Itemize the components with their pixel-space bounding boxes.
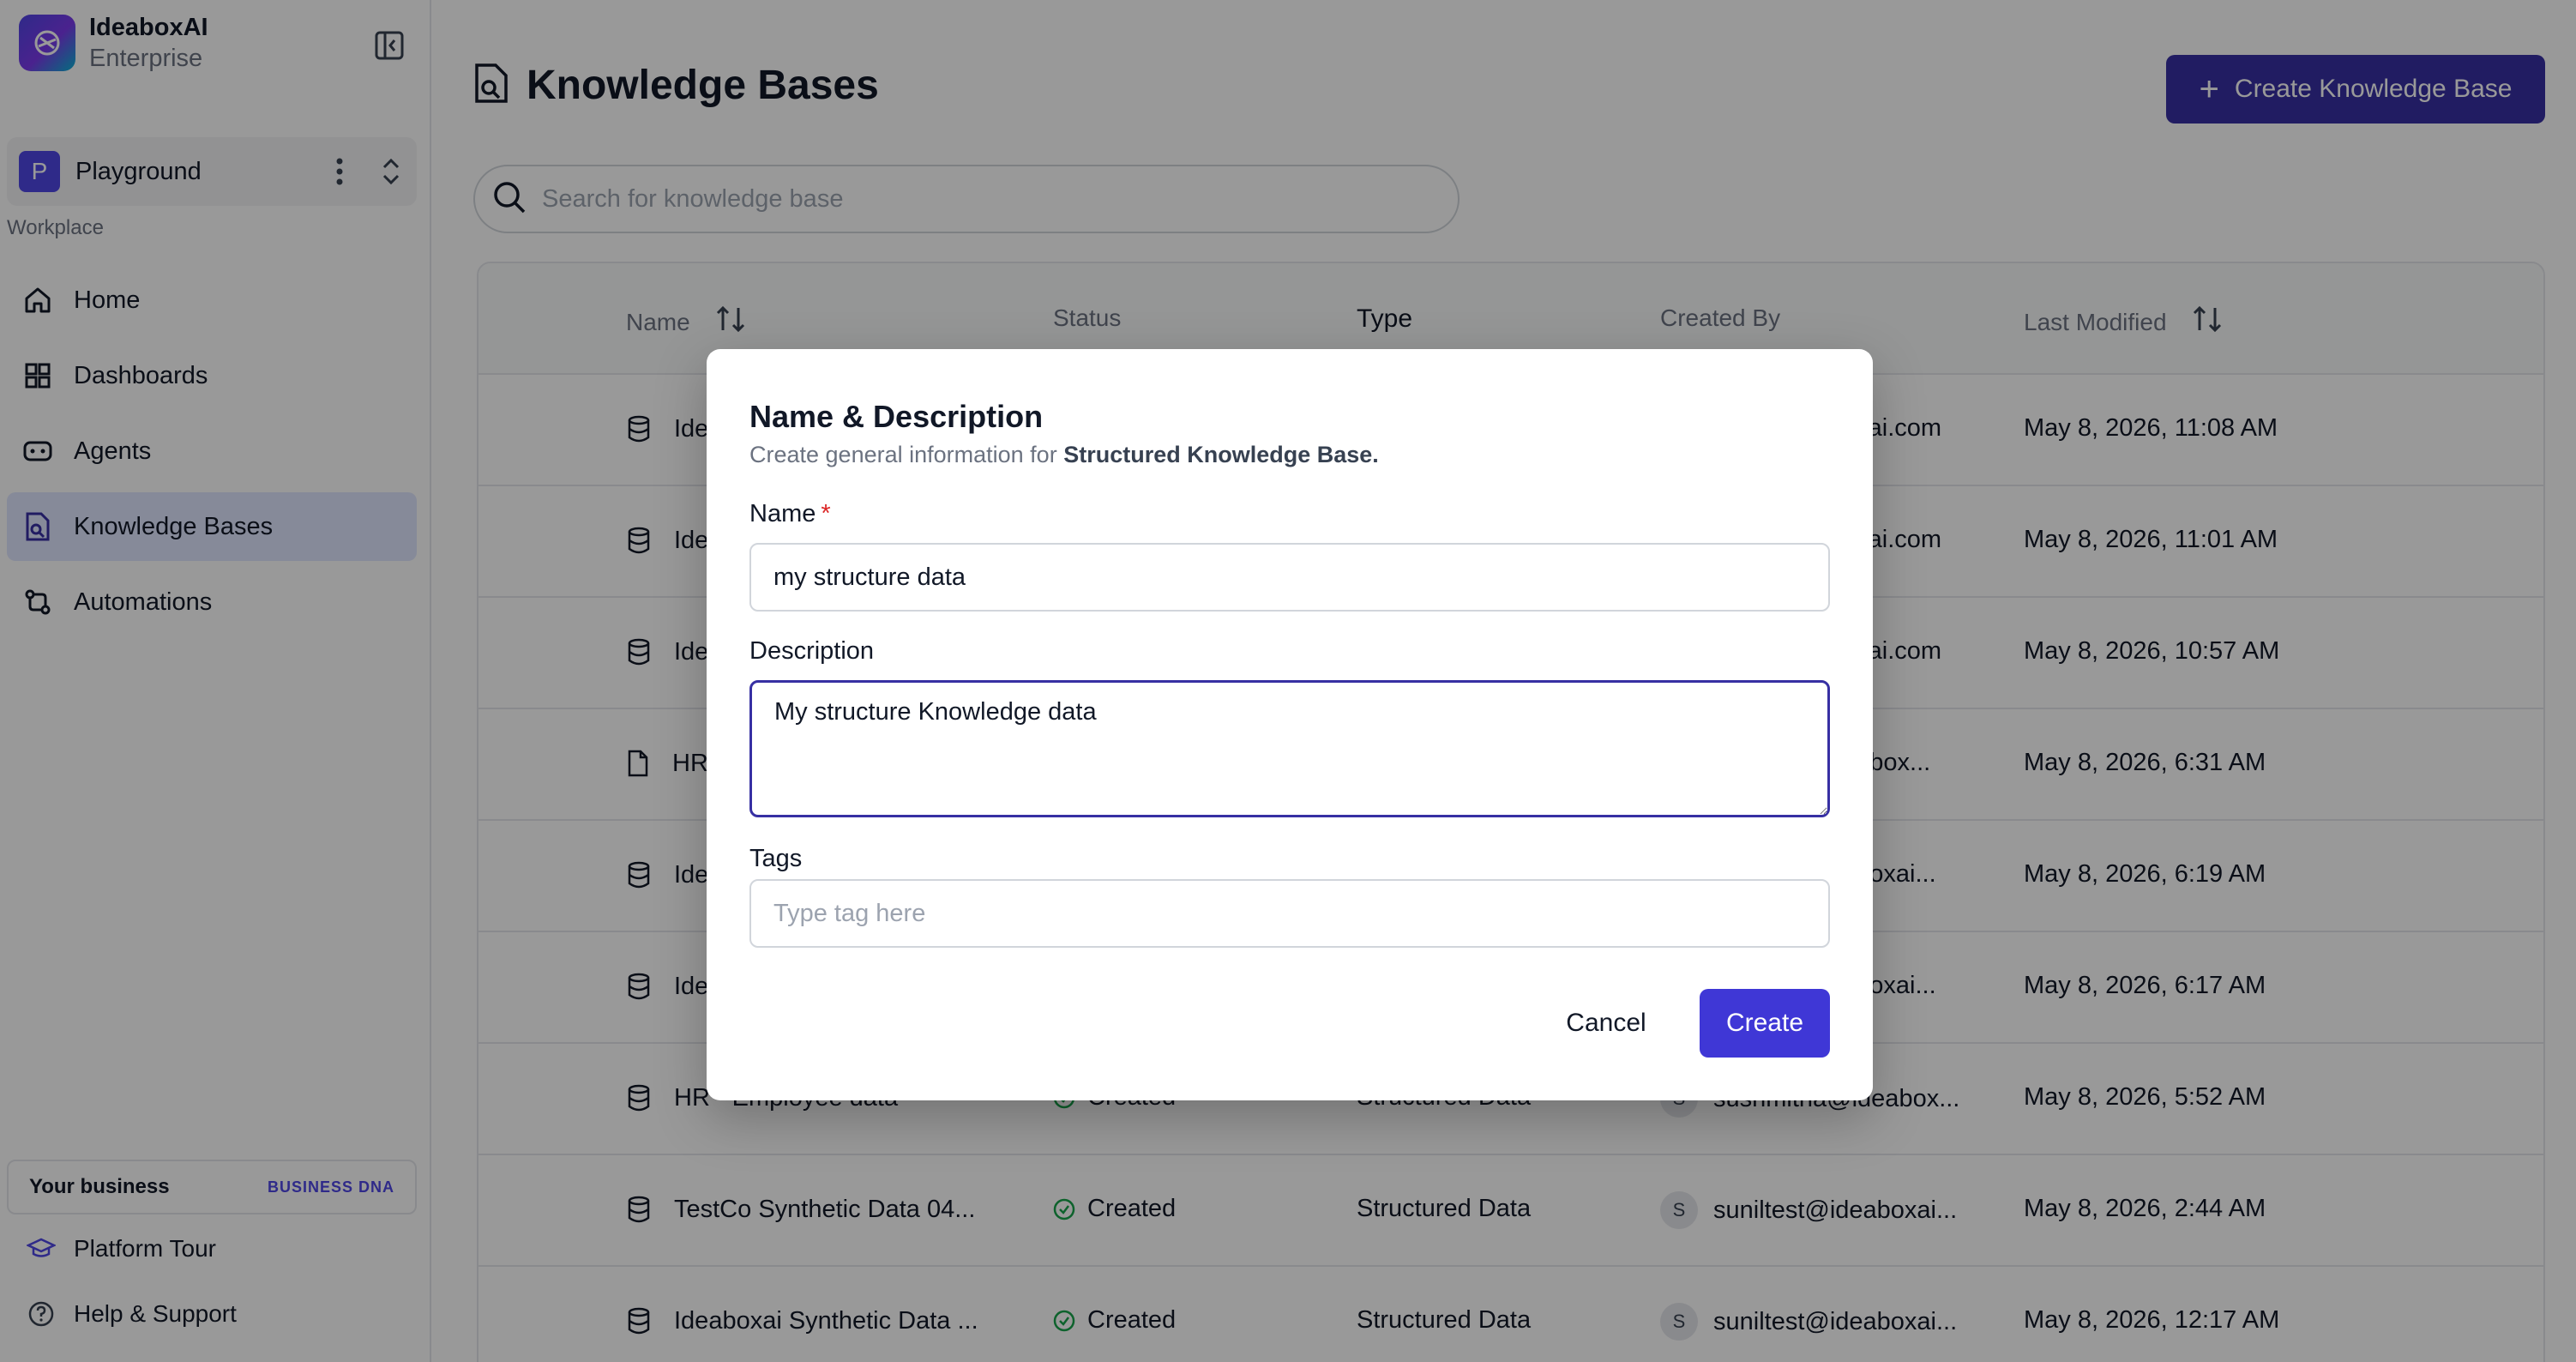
required-mark: * — [821, 500, 831, 527]
name-label-text: Name — [749, 500, 816, 527]
description-label: Description — [749, 637, 875, 665]
modal-subtitle-bold: Structured Knowledge Base. — [1063, 442, 1379, 467]
modal-subtitle-text: Create general information for — [749, 442, 1064, 467]
create-knowledge-base-modal: Name & Description Create general inform… — [707, 349, 1873, 1100]
tags-input[interactable] — [749, 879, 1830, 948]
modal-subtitle: Create general information for Structure… — [749, 442, 1379, 468]
tags-label: Tags — [749, 845, 803, 872]
name-label: Name * — [749, 500, 831, 528]
description-field[interactable]: My structure Knowledge data — [749, 680, 1830, 817]
name-field[interactable] — [749, 543, 1830, 612]
cancel-button[interactable]: Cancel — [1550, 989, 1662, 1058]
create-button[interactable]: Create — [1700, 989, 1830, 1058]
modal-title: Name & Description — [749, 399, 1044, 434]
